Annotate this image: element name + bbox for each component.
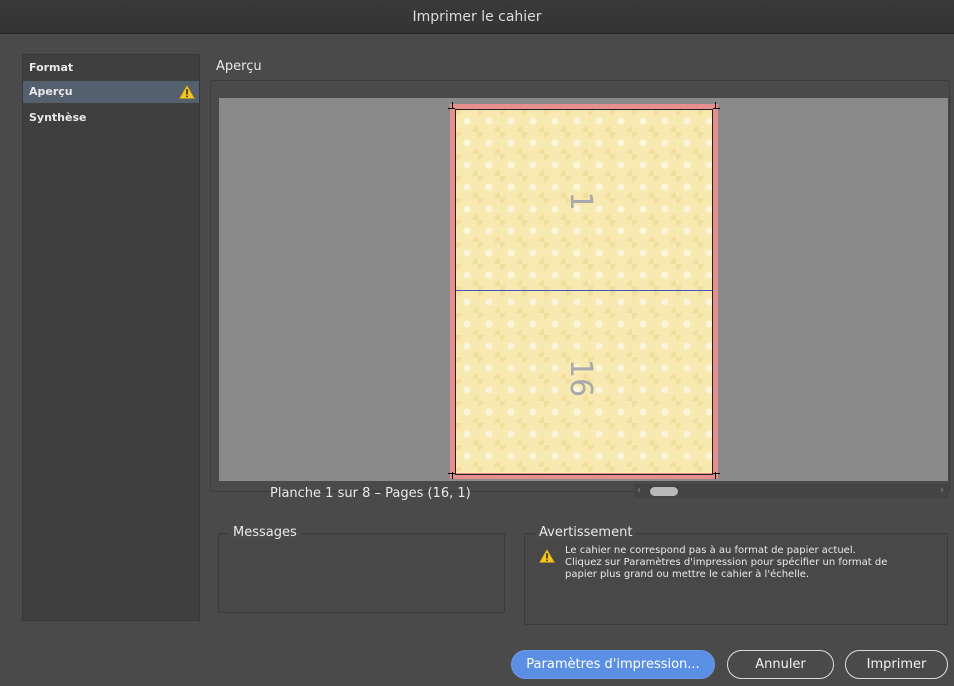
crop-mark [713,473,720,474]
warning-icon [539,549,555,563]
warning-line: papier plus grand ou mettre le cahier à … [565,569,810,580]
sidebar-item-synthese[interactable]: Synthèse [23,107,199,129]
warning-title: Avertissement [535,525,637,540]
fold-line [456,290,712,291]
sidebar: Format Aperçu Synthèse [22,54,200,621]
sidebar-item-apercu[interactable]: Aperçu [23,81,199,103]
chevron-left-icon[interactable]: ‹ [637,484,641,498]
preview-title: Aperçu [216,59,262,74]
messages-title: Messages [229,525,301,540]
messages-groupbox [218,533,505,613]
scrollbar-thumb[interactable] [650,487,678,496]
crop-mark [448,108,455,109]
chevron-right-icon[interactable]: › [940,484,944,498]
warning-line: Cliquez sur Paramètres d'impression pour… [565,557,888,568]
page-number: 16 [563,358,598,398]
print-button[interactable]: Imprimer [845,650,948,679]
sidebar-item-label: Format [29,61,74,74]
sidebar-item-label: Aperçu [29,85,73,98]
print-settings-button[interactable]: Paramètres d'impression... [511,650,715,679]
cancel-button[interactable]: Annuler [727,650,834,679]
sidebar-item-label: Synthèse [29,111,87,124]
page-number: 1 [563,191,598,211]
horizontal-scrollbar[interactable]: ‹ › [634,484,948,498]
window-title: Imprimer le cahier [412,9,542,25]
crop-mark [448,473,455,474]
spread-label: Planche 1 sur 8 – Pages (16, 1) [270,486,471,501]
warning-line: Le cahier ne correspond pas à au format … [565,545,856,556]
sidebar-item-format[interactable]: Format [23,57,199,79]
warning-icon [179,85,195,99]
warning-message: Le cahier ne correspond pas à au format … [565,545,945,581]
window-title-bar[interactable]: Imprimer le cahier [0,0,954,34]
crop-mark [713,108,720,109]
